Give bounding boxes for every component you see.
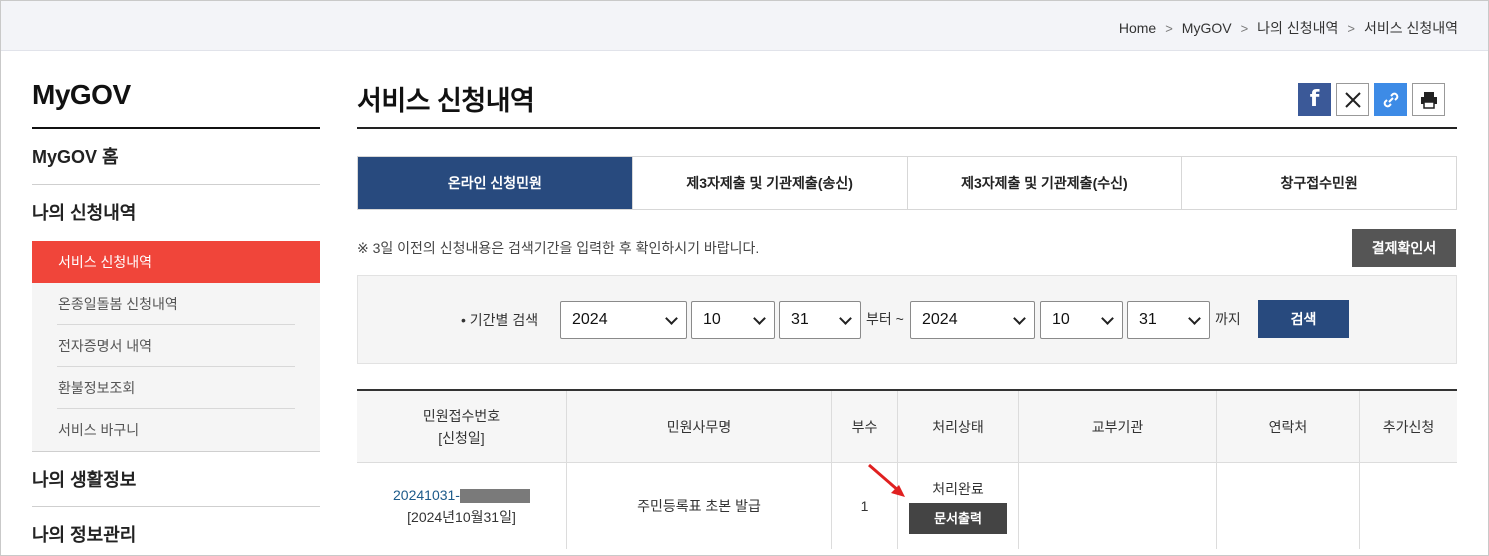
sidebar-submenu: 서비스 신청내역 온종일돌봄 신청내역 전자증명서 내역 환불정보조회 서비스 … [32, 241, 320, 451]
sidebar-item-info-manage[interactable]: 나의 정보관리 [32, 507, 320, 556]
chevron-down-icon [753, 312, 766, 325]
breadcrumb-current[interactable]: 서비스 신청내역 [1364, 18, 1458, 38]
cell-contact [1216, 463, 1359, 549]
from-year-value: 2024 [572, 311, 608, 328]
breadcrumb-home[interactable]: Home [1119, 20, 1156, 36]
tab-counter-applications[interactable]: 창구접수민원 [1181, 157, 1456, 209]
header-issuing-agency: 교부기관 [1018, 391, 1216, 462]
sidebar-item-allday-care[interactable]: 온종일돌봄 신청내역 [57, 283, 295, 325]
receipt-no-text: 20241031- [393, 487, 460, 503]
to-year-value: 2024 [922, 311, 958, 328]
sidebar-item-mygov-home[interactable]: MyGOV 홈 [32, 129, 320, 185]
sidebar-item-applications[interactable]: 나의 신청내역 [32, 185, 320, 241]
to-month-select[interactable]: 10 [1040, 301, 1123, 339]
to-day-value: 31 [1139, 311, 1157, 328]
header-service-name: 민원사무명 [566, 391, 831, 462]
sidebar-item-service-basket[interactable]: 서비스 바구니 [57, 409, 295, 451]
chevron-down-icon [1188, 312, 1201, 325]
breadcrumb-mygov[interactable]: MyGOV [1182, 20, 1232, 36]
x-twitter-icon[interactable] [1336, 83, 1369, 116]
chevron-right-icon: > [1240, 20, 1249, 36]
facebook-icon[interactable]: f [1298, 83, 1331, 116]
table-header-row: 민원접수번호 [신청일] 민원사무명 부수 처리상태 교부기관 연락처 추가신청 [357, 391, 1457, 463]
sidebar-title: MyGOV [32, 79, 320, 129]
to-year-select[interactable]: 2024 [910, 301, 1035, 339]
sidebar-item-refund-info[interactable]: 환불정보조회 [57, 367, 295, 409]
from-year-select[interactable]: 2024 [560, 301, 687, 339]
tab-bar: 온라인 신청민원 제3자제출 및 기관제출(송신) 제3자제출 및 기관제출(수… [357, 156, 1457, 210]
chevron-down-icon [665, 312, 678, 325]
cell-additional-request [1359, 463, 1457, 549]
tab-third-party-sent[interactable]: 제3자제출 및 기관제출(송신) [631, 157, 907, 209]
header-date-label: [신청일] [438, 429, 485, 446]
chevron-down-icon [1013, 312, 1026, 325]
sidebar-item-e-certificates[interactable]: 전자증명서 내역 [57, 325, 295, 367]
red-arrow-annotation-icon [868, 463, 905, 497]
cell-service-name: 주민등록표 초본 발급 [566, 463, 831, 549]
breadcrumb-applications[interactable]: 나의 신청내역 [1257, 18, 1338, 38]
header-additional-request: 추가신청 [1359, 391, 1457, 462]
payment-confirm-button[interactable]: 결제확인서 [1352, 229, 1456, 267]
print-icon[interactable] [1412, 83, 1445, 116]
tab-online-applications[interactable]: 온라인 신청민원 [358, 157, 632, 209]
from-day-select[interactable]: 31 [779, 301, 861, 339]
main-content: 서비스 신청내역 f 온라인 신청민원 제3자제출 및 기관제출(송신) 제3자… [357, 79, 1457, 549]
cell-status: 처리완료 문서출력 [897, 463, 1018, 549]
sidebar: MyGOV MyGOV 홈 나의 신청내역 서비스 신청내역 온종일돌봄 신청내… [32, 79, 320, 556]
receipt-no-link[interactable]: 20241031- [393, 484, 530, 506]
top-bar: Home > MyGOV > 나의 신청내역 > 서비스 신청내역 [1, 1, 1488, 51]
cell-issuing-agency [1018, 463, 1216, 549]
header-status: 처리상태 [897, 391, 1018, 462]
application-date: [2024년10월31일] [407, 509, 516, 525]
header-receipt-no: 민원접수번호 [신청일] [357, 391, 566, 462]
from-month-value: 10 [703, 311, 721, 328]
from-month-select[interactable]: 10 [691, 301, 775, 339]
cell-receipt-no: 20241031- [2024년10월31일] [357, 463, 566, 549]
header-copies: 부수 [831, 391, 897, 462]
header-receipt-no-label: 민원접수번호 [422, 407, 501, 424]
print-document-button[interactable]: 문서출력 [909, 503, 1007, 534]
chevron-right-icon: > [1347, 20, 1355, 36]
masked-number [459, 489, 530, 504]
from-text: 부터 ~ [866, 311, 904, 327]
from-day-value: 31 [791, 311, 809, 328]
breadcrumb: Home > MyGOV > 나의 신청내역 > 서비스 신청내역 [1119, 18, 1458, 38]
notice-text: ※ 3일 이전의 신청내용은 검색기간을 입력한 후 확인하시기 바랍니다. [357, 240, 760, 256]
share-toolbar: f [1298, 83, 1445, 116]
search-panel: • 기간별 검색 2024 10 31 부터 ~ 2024 10 31 까지 검… [357, 275, 1457, 364]
to-month-value: 10 [1052, 311, 1070, 328]
status-text: 처리완료 [932, 481, 984, 497]
to-text: 까지 [1215, 311, 1241, 327]
tab-third-party-received[interactable]: 제3자제출 및 기관제출(수신) [906, 157, 1182, 209]
chevron-down-icon [839, 312, 852, 325]
sidebar-item-life-info[interactable]: 나의 생활정보 [32, 451, 320, 507]
page-title: 서비스 신청내역 [357, 79, 1457, 129]
chevron-down-icon [1101, 312, 1114, 325]
link-icon[interactable] [1374, 83, 1407, 116]
search-button[interactable]: 검색 [1258, 300, 1349, 338]
chevron-right-icon: > [1165, 20, 1173, 36]
search-label: • 기간별 검색 [461, 312, 539, 328]
header-contact: 연락처 [1216, 391, 1359, 462]
to-day-select[interactable]: 31 [1127, 301, 1210, 339]
sidebar-item-service-applications[interactable]: 서비스 신청내역 [32, 241, 320, 283]
